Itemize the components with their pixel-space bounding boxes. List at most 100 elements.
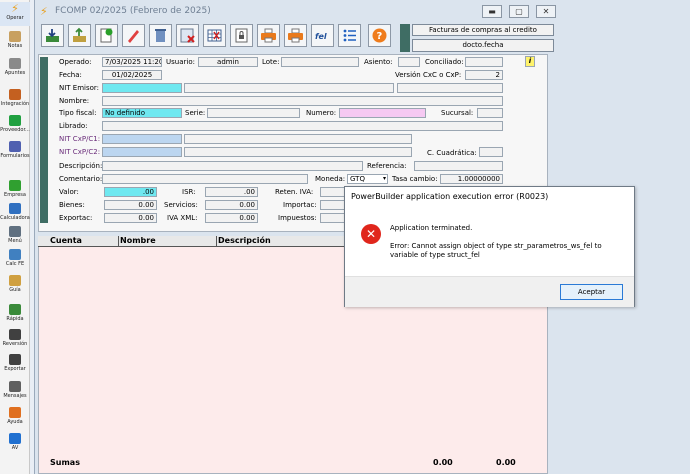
sidebar-item-reversion[interactable]: Reversión: [0, 328, 30, 352]
sidebar-item-formularios[interactable]: Formularios: [0, 140, 30, 164]
sidebar-item-label: Calc FE: [5, 261, 25, 267]
bienes-field[interactable]: 0.00: [104, 200, 157, 210]
list-icon: [343, 29, 356, 42]
asiento-field[interactable]: [398, 57, 420, 67]
sumas-label: Sumas: [50, 458, 80, 467]
sidebar-item-label: Notas: [7, 43, 23, 49]
operado-field[interactable]: 7/03/2025 11:20: [102, 57, 162, 67]
exportac-label: Exportac:: [59, 214, 93, 222]
lock-document-button[interactable]: [230, 24, 253, 47]
iva-xml-field[interactable]: 0.00: [205, 213, 258, 223]
descripcion-field[interactable]: [102, 161, 363, 171]
sucursal-label: Sucursal:: [441, 109, 474, 117]
librado-field[interactable]: [102, 121, 503, 131]
valor-label: Valor:: [59, 188, 79, 196]
servicios-field[interactable]: 0.00: [205, 200, 258, 210]
edit-button[interactable]: [122, 24, 145, 47]
impuestos-label: Impuestos:: [278, 214, 317, 222]
grid-edit-button[interactable]: [203, 24, 226, 47]
sidebar-item-label: AV: [11, 445, 19, 451]
calculator-icon: [9, 203, 21, 214]
referencia-field[interactable]: [414, 161, 503, 171]
list-button[interactable]: [338, 24, 361, 47]
save-button[interactable]: [41, 24, 64, 47]
chevron-down-icon: ▾: [382, 175, 386, 182]
nit-emisor-field[interactable]: [102, 83, 182, 93]
sidebar-item-empresa[interactable]: Empresa: [0, 179, 30, 203]
comentario-field[interactable]: [102, 174, 308, 184]
sidebar-item-integracion[interactable]: Integración: [0, 88, 30, 112]
sum-credit: 0.00: [496, 458, 516, 467]
fel-button[interactable]: fel: [311, 24, 334, 47]
fel-icon: fel: [315, 32, 327, 41]
help-button[interactable]: ?: [368, 24, 391, 47]
importac-label: Importac:: [283, 201, 317, 209]
error-icon: ✕: [361, 224, 381, 244]
nit-emisor-extra-field[interactable]: [184, 83, 394, 93]
importac-field[interactable]: [320, 200, 345, 210]
sidebar-item-operar[interactable]: ⚡ Operar: [0, 2, 30, 26]
nit-c2-extra-field[interactable]: [184, 147, 412, 157]
c-cuadratica-field[interactable]: [479, 147, 503, 157]
print-preview-button[interactable]: [284, 24, 307, 47]
sidebar-item-calc-fe[interactable]: Calc FE: [0, 248, 30, 272]
impuestos-field[interactable]: [320, 213, 345, 223]
title-bar: ⚡ FCOMP 02/2025 (Febrero de 2025) ▬ ▢ ✕: [35, 0, 690, 22]
sidebar-item-label: Mensajes: [3, 393, 27, 399]
nit-c2-field[interactable]: [102, 147, 182, 157]
column-header-cuenta[interactable]: Cuenta: [50, 236, 82, 245]
sidebar-item-menu[interactable]: Menú: [0, 225, 30, 249]
reten-iva-field[interactable]: [320, 187, 345, 197]
open-button[interactable]: [68, 24, 91, 47]
isr-field[interactable]: .00: [205, 187, 258, 197]
nombre-field[interactable]: [102, 96, 503, 106]
close-button[interactable]: ✕: [536, 5, 556, 18]
sidebar-item-mensajes[interactable]: Mensajes: [0, 380, 30, 404]
iva-xml-label: IVA XML:: [167, 214, 198, 222]
sidebar-item-exportar[interactable]: Exportar: [0, 353, 30, 377]
sidebar-item-apuntes[interactable]: Apuntes: [0, 57, 30, 81]
help-icon: [9, 407, 21, 418]
void-document-button[interactable]: [176, 24, 199, 47]
sidebar-item-proveedor[interactable]: Proveedor...: [0, 114, 30, 138]
numero-field[interactable]: [339, 108, 426, 118]
delete-button[interactable]: [149, 24, 172, 47]
accept-button[interactable]: Aceptar: [560, 284, 623, 300]
new-document-button[interactable]: [95, 24, 118, 47]
serie-field[interactable]: [207, 108, 300, 118]
moneda-select[interactable]: GTQ ▾: [347, 174, 388, 184]
valor-field[interactable]: .00: [104, 187, 157, 197]
conciliado-field[interactable]: [465, 57, 503, 67]
exportac-field[interactable]: 0.00: [104, 213, 157, 223]
minimize-button[interactable]: ▬: [482, 5, 502, 18]
version-field[interactable]: 2: [465, 70, 503, 80]
sidebar-item-rapida[interactable]: Rápida: [0, 303, 30, 327]
column-header-descripcion[interactable]: Descripción: [218, 236, 271, 245]
notebook-icon: [9, 58, 21, 69]
bienes-label: Bienes:: [59, 201, 85, 209]
sidebar-item-av[interactable]: AV: [0, 432, 30, 456]
fecha-field[interactable]: 01/02/2025: [102, 70, 162, 80]
sucursal-field[interactable]: [477, 108, 503, 118]
usuario-field[interactable]: admin: [198, 57, 258, 67]
svg-text:fel: fel: [315, 32, 327, 41]
numero-label: Numero:: [306, 109, 337, 117]
maximize-button[interactable]: ▢: [509, 5, 529, 18]
print-button[interactable]: [257, 24, 280, 47]
printer-icon: [261, 28, 276, 43]
nit-emisor-extra2-field[interactable]: [397, 83, 503, 93]
tasa-field[interactable]: 1.00000000: [440, 174, 503, 184]
lote-field[interactable]: [281, 57, 359, 67]
moneda-value: GTQ: [350, 175, 365, 183]
info-marker[interactable]: i: [525, 56, 535, 67]
sidebar-item-ayuda[interactable]: Ayuda: [0, 406, 30, 430]
sidebar-item-notas[interactable]: Notas: [0, 30, 30, 54]
tipo-fiscal-field[interactable]: No definido: [102, 108, 182, 118]
sidebar-item-calculadora[interactable]: Calculadora: [0, 202, 30, 226]
sidebar-item-guia[interactable]: Guía: [0, 274, 30, 298]
sidebar-item-label: Proveedor...: [0, 127, 30, 133]
nit-c1-extra-field[interactable]: [184, 134, 412, 144]
column-header-nombre[interactable]: Nombre: [120, 236, 156, 245]
grid-edit-icon: [207, 29, 222, 42]
nit-c1-field[interactable]: [102, 134, 182, 144]
